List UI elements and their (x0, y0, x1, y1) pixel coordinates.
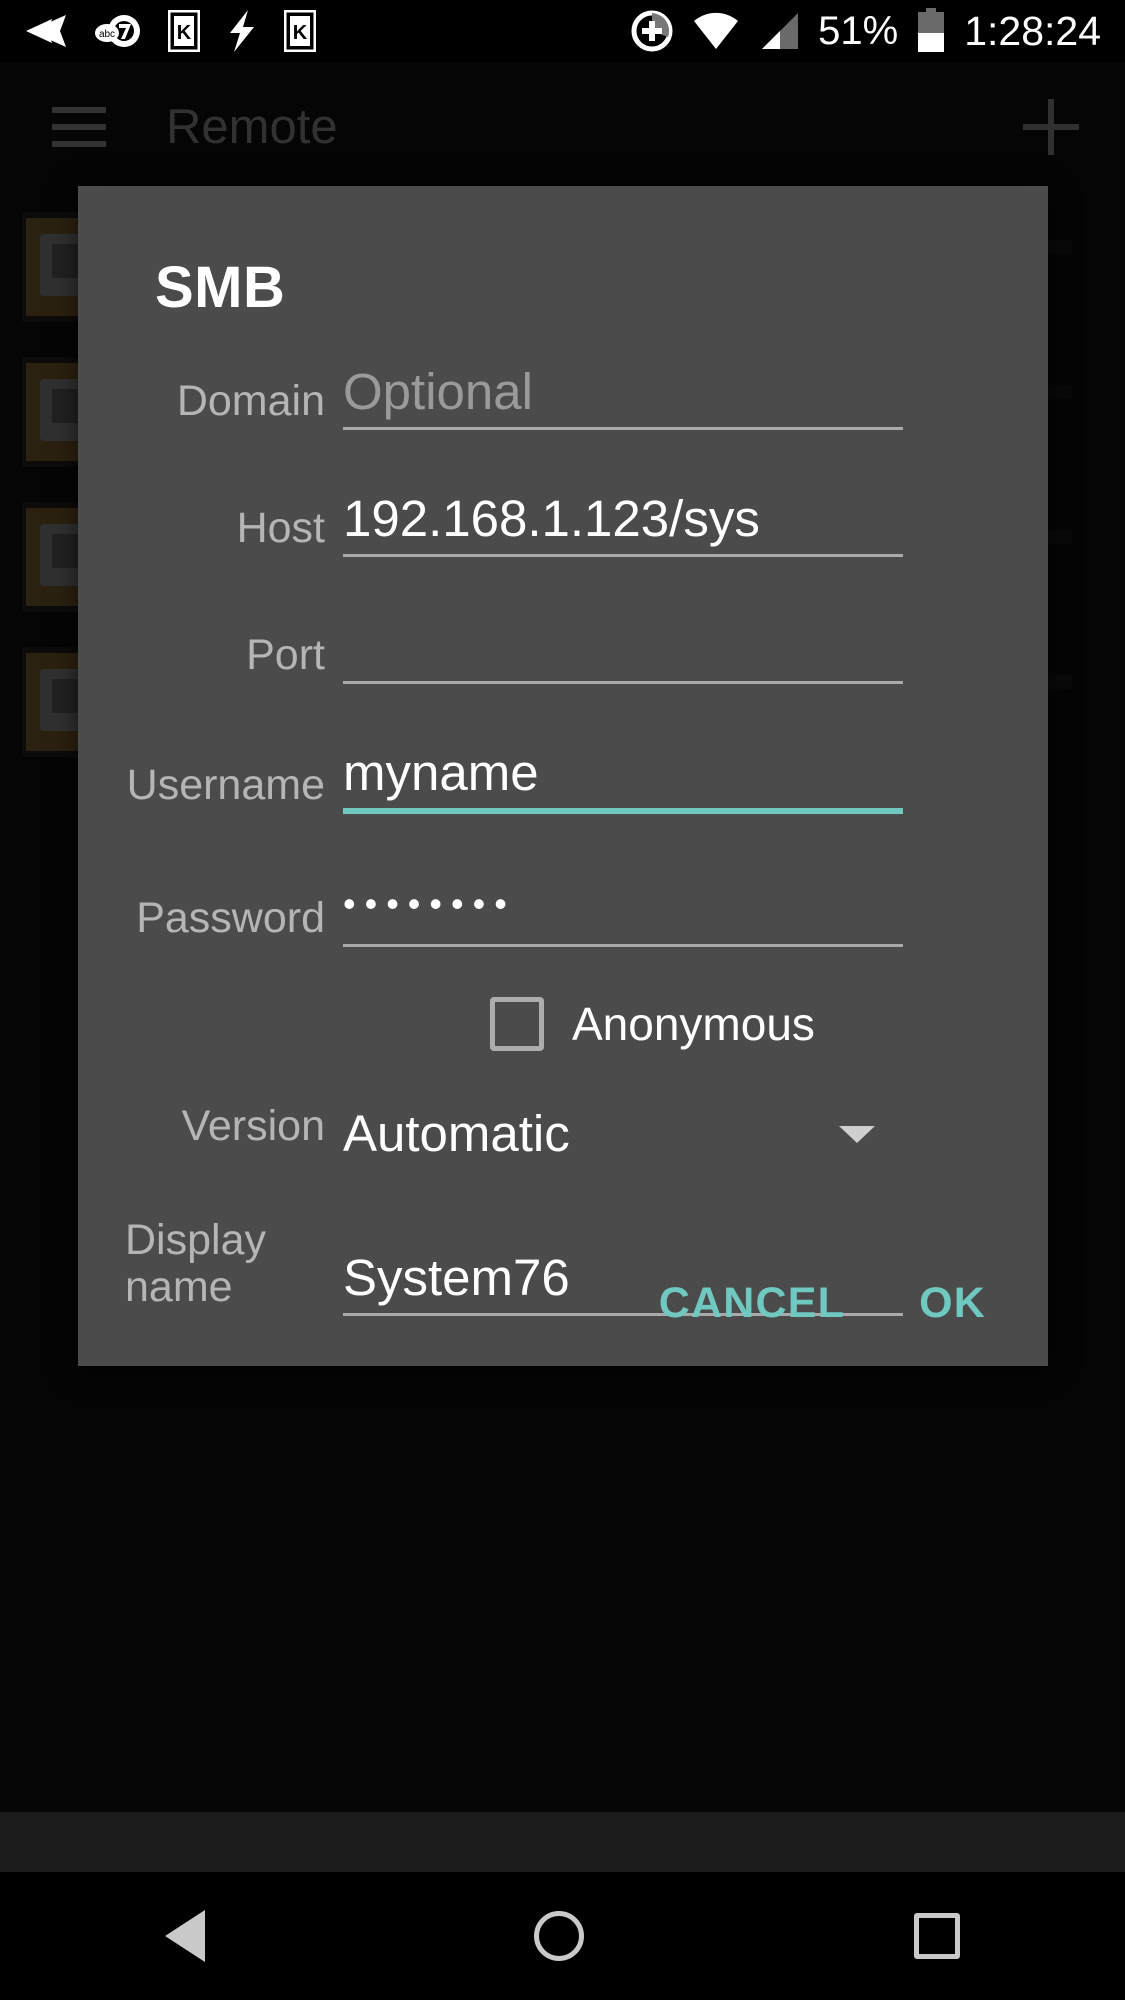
home-circle-icon[interactable] (534, 1911, 585, 1961)
host-input[interactable]: 192.168.1.123/sys (343, 488, 903, 567)
k-app-icon: K (168, 10, 200, 52)
status-bar-notification-icons: abc K K (22, 9, 316, 53)
username-value: myname (343, 744, 539, 801)
domain-underline (343, 427, 903, 430)
lightning-bolt-icon (230, 10, 254, 52)
password-underline (343, 944, 903, 947)
version-label: Version (181, 1102, 325, 1150)
password-input[interactable]: •••••••• (343, 868, 903, 957)
host-underline (343, 554, 903, 557)
status-bar-system-icons: 51% 1:28:24 (630, 8, 1101, 54)
host-label: Host (236, 503, 325, 552)
field-row-password: Password •••••••• (78, 868, 1048, 957)
bottom-gap (0, 1812, 1125, 1872)
cell-signal-icon (762, 13, 799, 49)
username-underline-focused (343, 808, 903, 814)
username-label: Username (126, 760, 325, 809)
password-value-masked: •••••••• (343, 883, 516, 924)
status-bar: abc K K 51% 1:28:24 (0, 0, 1125, 62)
port-value (343, 615, 903, 677)
field-row-host: Host 192.168.1.123/sys (78, 488, 1048, 567)
dialog-title: SMB (155, 255, 286, 320)
field-row-domain: Domain Optional (78, 361, 1048, 440)
password-label: Password (136, 893, 325, 942)
port-input[interactable] (343, 615, 903, 694)
svg-text:K: K (177, 22, 192, 44)
navigation-bar (0, 1872, 1125, 2000)
anonymous-checkbox-row[interactable]: Anonymous (490, 997, 1048, 1051)
abc7-logo-icon: abc (95, 15, 140, 47)
cancel-button[interactable]: CANCEL (659, 1279, 845, 1328)
battery-percent-label: 51% (818, 9, 899, 53)
smb-dialog: SMB Domain Optional Host 192.168.1.123/s… (78, 186, 1048, 1366)
wifi-icon (694, 12, 739, 49)
screen-record-icon (631, 10, 673, 52)
chevron-down-icon[interactable] (839, 1126, 875, 1144)
field-row-port: Port (78, 615, 1048, 694)
username-input[interactable]: myname (343, 742, 903, 824)
domain-placeholder: Optional (343, 363, 533, 420)
version-dropdown[interactable]: Automatic (343, 1103, 903, 1165)
dialog-action-buttons: CANCEL OK (78, 1240, 1048, 1366)
version-value: Automatic (343, 1105, 570, 1163)
ok-button[interactable]: OK (919, 1279, 986, 1328)
domain-input[interactable]: Optional (343, 361, 903, 440)
field-row-version: Version Automatic (78, 1103, 1048, 1165)
recents-square-icon[interactable] (914, 1913, 961, 1959)
svg-text:abc: abc (99, 29, 115, 40)
svg-text:K: K (293, 22, 308, 44)
rewind-icon (26, 15, 66, 47)
domain-label: Domain (176, 376, 325, 425)
battery-icon (918, 8, 945, 52)
anonymous-label: Anonymous (572, 998, 815, 1050)
port-underline (343, 681, 903, 684)
k-app-icon-2: K (284, 10, 316, 52)
phone-screen: abc K K 51% 1:28:24 SMB Domain Optional … (0, 0, 1125, 2000)
field-row-username: Username myname (78, 742, 1048, 824)
back-triangle-icon[interactable] (164, 1910, 205, 1962)
anonymous-checkbox[interactable] (490, 997, 544, 1051)
smb-form: Domain Optional Host 192.168.1.123/sys P… (78, 361, 1048, 1326)
port-label: Port (246, 630, 325, 679)
host-value: 192.168.1.123/sys (343, 490, 760, 547)
clock-label: 1:28:24 (964, 7, 1101, 54)
